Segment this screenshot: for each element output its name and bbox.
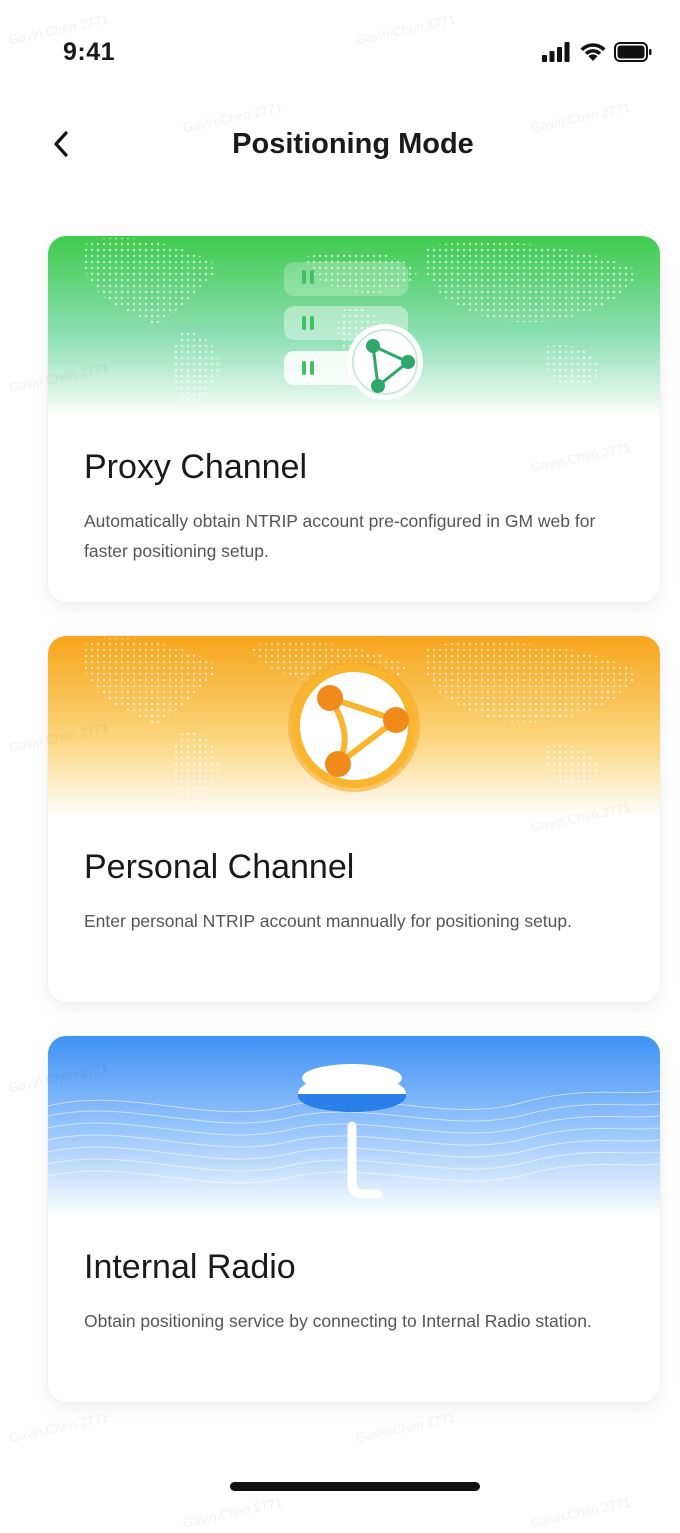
internal-radio-banner bbox=[48, 1036, 660, 1218]
watermark: Gavin.Chen 2771 bbox=[7, 1409, 110, 1446]
proxy-channel-banner bbox=[48, 236, 660, 418]
wifi-icon bbox=[580, 43, 606, 61]
personal-channel-card[interactable]: Personal Channel Enter personal NTRIP ac… bbox=[48, 636, 660, 1002]
signal-icon bbox=[542, 41, 570, 62]
status-time: 9:41 bbox=[63, 38, 116, 66]
card-description: Enter personal NTRIP account mannually f… bbox=[84, 911, 573, 931]
page-title: Positioning Mode bbox=[232, 128, 474, 160]
status-bar: 9:41 bbox=[0, 0, 680, 100]
server-globe-icon bbox=[284, 262, 423, 400]
personal-channel-banner bbox=[48, 636, 660, 818]
card-title: Proxy Channel bbox=[84, 448, 308, 486]
home-indicator[interactable] bbox=[230, 1482, 480, 1491]
watermark: Gavin.Chen 2771 bbox=[181, 1494, 284, 1531]
globe-network-icon bbox=[288, 660, 420, 792]
watermark: Gavin.Chen 2771 bbox=[354, 1409, 457, 1446]
battery-icon bbox=[614, 41, 652, 62]
card-description: Automatically obtain NTRIP account pre-c… bbox=[84, 511, 596, 561]
internal-radio-card[interactable]: Internal Radio Obtain positioning servic… bbox=[48, 1036, 660, 1402]
proxy-channel-card[interactable]: Proxy Channel Automatically obtain NTRIP… bbox=[48, 236, 660, 602]
card-title: Internal Radio bbox=[84, 1248, 296, 1286]
card-description: Obtain positioning service by connecting… bbox=[84, 1311, 592, 1331]
status-icons bbox=[542, 41, 652, 62]
navigation-bar: Positioning Mode bbox=[0, 110, 680, 180]
watermark: Gavin.Chen 2771 bbox=[529, 1494, 632, 1531]
card-title: Personal Channel bbox=[84, 848, 355, 886]
